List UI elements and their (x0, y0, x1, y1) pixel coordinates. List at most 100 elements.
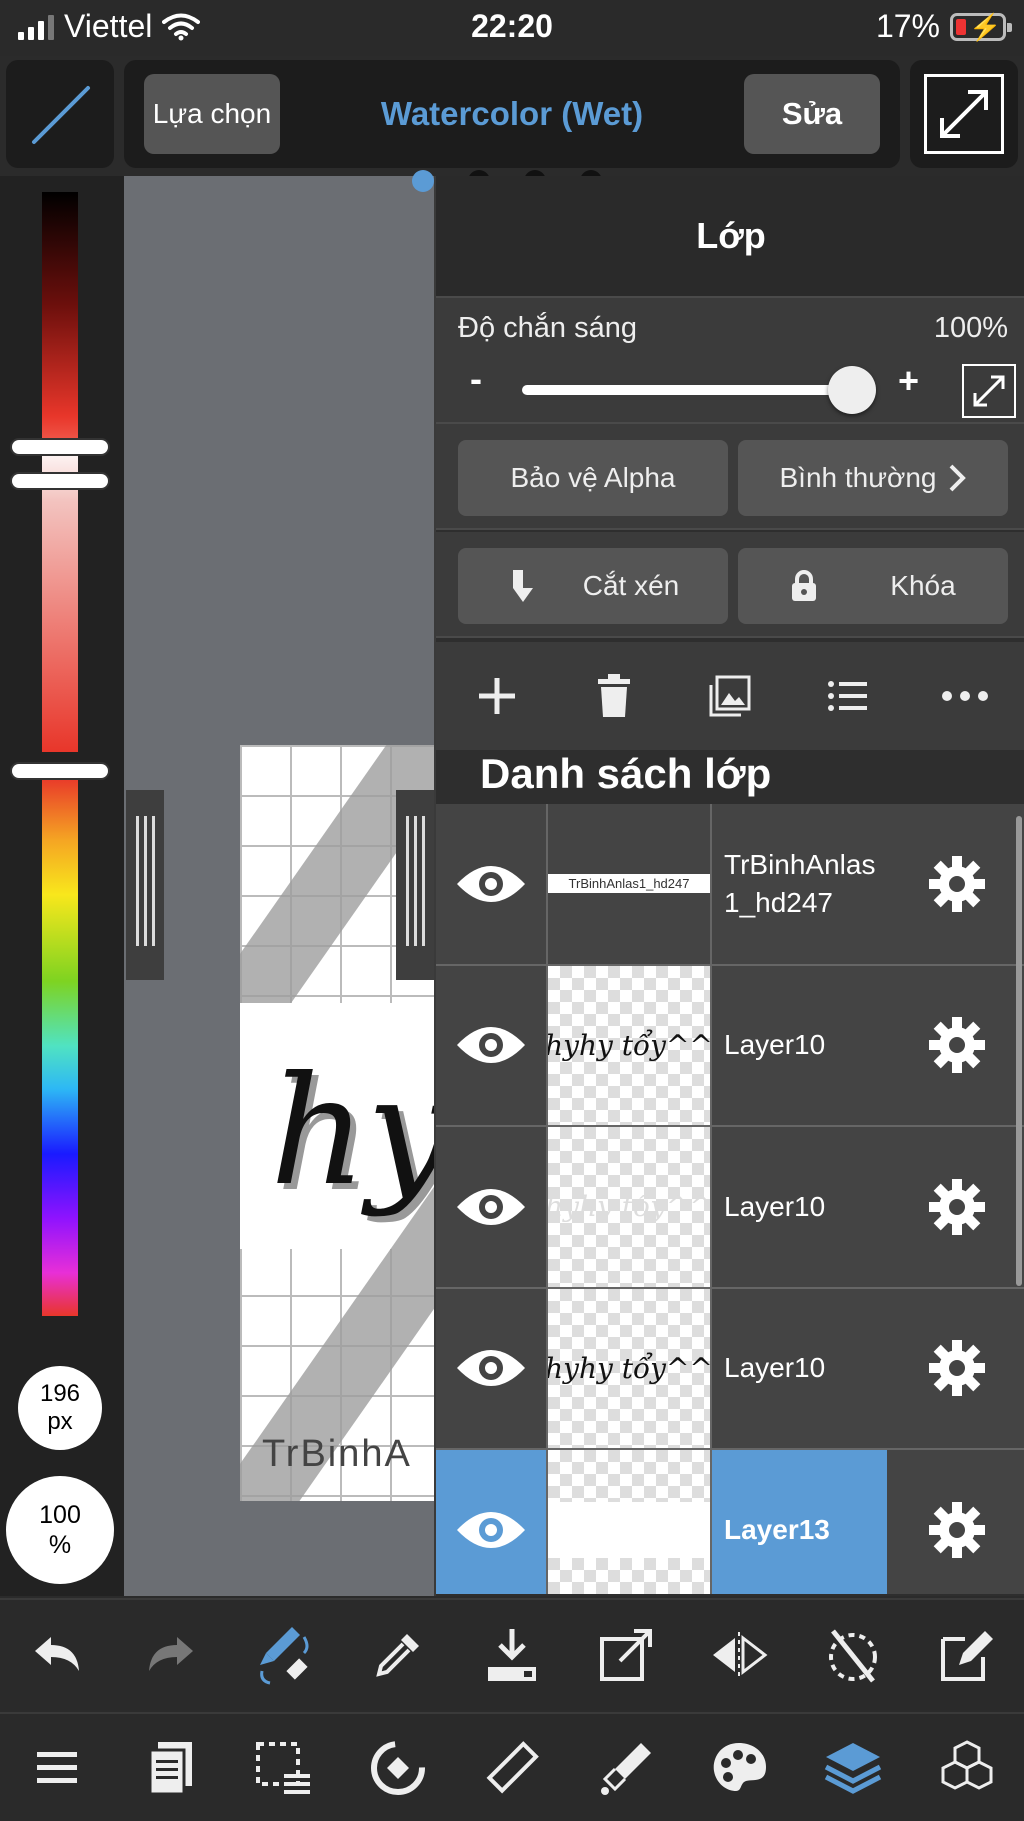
add-layer-icon[interactable] (473, 672, 521, 720)
layer-name: TrBinhAnlas1_hd247 (724, 848, 876, 918)
main-nav-toolbar (0, 1712, 1024, 1821)
hue-handle[interactable] (12, 764, 108, 778)
materials-button[interactable] (927, 1728, 1007, 1808)
export-canvas-button[interactable] (586, 1615, 666, 1695)
layer-settings-button[interactable] (887, 966, 1024, 1126)
layer-row-selected[interactable]: Layer13 (436, 1450, 1024, 1594)
clipping-arrow-icon (512, 570, 533, 602)
eye-icon (457, 1350, 525, 1387)
selection-icon (256, 1741, 311, 1794)
layer-list-title: Danh sách lớp (480, 750, 1024, 808)
redo-button[interactable] (131, 1615, 211, 1695)
opacity-value: 100% (933, 312, 1008, 344)
layer-name: Layer10 (724, 1029, 826, 1061)
expand-icon (940, 90, 988, 138)
brush-opacity-unit: % (48, 1531, 72, 1559)
layer-settings-button[interactable] (887, 1289, 1024, 1449)
layer-clip-row: Cắt xén Khóa (436, 532, 1024, 638)
fill-tool-button[interactable] (586, 1728, 666, 1808)
rotate-lock-icon (829, 1629, 878, 1683)
layer-list-scrollbar[interactable] (1016, 816, 1022, 1286)
ruler-icon (486, 1740, 539, 1793)
alpha-protect-button[interactable]: Bảo vệ Alpha (458, 440, 728, 516)
clock: 22:20 (471, 8, 553, 44)
status-bar: Viettel 22:20 17% ⚡ (0, 0, 1024, 56)
clipping-button[interactable]: Cắt xén (458, 548, 728, 624)
rotate-lock-button[interactable] (813, 1615, 893, 1695)
hue-slider[interactable] (42, 776, 78, 1316)
layer-row[interactable]: hyhy tổy^^ Layer10 (436, 1127, 1024, 1289)
fill-tool-icon (600, 1742, 651, 1795)
opacity-plus-button[interactable]: + (898, 360, 919, 402)
layer-row[interactable]: hyhy tổy^^ Layer10 (436, 965, 1024, 1127)
expand-icon (973, 375, 1005, 407)
visibility-toggle[interactable] (436, 1288, 548, 1448)
battery-percent: 17% (875, 8, 940, 44)
layer-list[interactable]: TrBinhAnlas1_hd247 TrBinhAnlas1_hd247 hy… (436, 804, 1024, 1594)
snap-button[interactable] (358, 1728, 438, 1808)
pages-icon (148, 1741, 192, 1795)
pages-button[interactable] (131, 1728, 211, 1808)
layer-settings-button[interactable] (887, 804, 1024, 964)
layer-row[interactable]: TrBinhAnlas1_hd247 TrBinhAnlas1_hd247 (436, 804, 1024, 966)
fullscreen-button[interactable] (910, 60, 1018, 168)
eye-icon (457, 1511, 525, 1548)
thumb-text: TrBinhAnlas1_hd247 (548, 874, 710, 894)
layers-button[interactable] (813, 1728, 893, 1808)
visibility-toggle[interactable] (436, 965, 548, 1125)
layer-panel-handle[interactable] (396, 790, 434, 980)
lock-icon (792, 570, 817, 601)
flip-horizontal-button[interactable] (699, 1615, 779, 1695)
transform-button[interactable] (927, 1615, 1007, 1695)
redo-icon (148, 1637, 193, 1671)
layer-opacity-section: Độ chắn sáng 100% - + (436, 296, 1024, 424)
layer-settings-button[interactable] (887, 1127, 1024, 1287)
left-panel-handle[interactable] (126, 790, 164, 980)
palette-button[interactable] (699, 1728, 779, 1808)
opacity-minus-button[interactable]: - (470, 358, 482, 400)
layer-row[interactable]: hyhy tổy^^ Layer10 (436, 1288, 1024, 1450)
layer-settings-button[interactable] (887, 1450, 1024, 1594)
page-dot-active[interactable] (412, 170, 434, 192)
visibility-toggle[interactable] (436, 804, 548, 964)
undo-button[interactable] (17, 1615, 97, 1695)
opacity-expand-button[interactable] (962, 364, 1016, 418)
pen-stroke-icon (32, 86, 90, 144)
visibility-toggle[interactable] (436, 1450, 548, 1594)
blend-mode-button[interactable]: Bình thường (738, 440, 1008, 516)
thumb-text: hyhy tổy^^ (548, 1351, 712, 1385)
alpha-protect-label: Bảo vệ Alpha (510, 462, 676, 493)
export-canvas-icon (599, 1629, 652, 1681)
visibility-toggle[interactable] (436, 1127, 548, 1287)
opacity-slider-knob[interactable] (828, 366, 876, 414)
eyedropper-button[interactable] (358, 1615, 438, 1695)
eyedropper-icon (376, 1634, 420, 1677)
brightness-handle-bottom[interactable] (12, 474, 108, 488)
layer-menu-icon[interactable] (826, 676, 868, 716)
brush-opacity-badge[interactable]: 100 % (6, 1476, 114, 1584)
current-tool-button[interactable] (6, 60, 114, 168)
eye-icon (457, 1027, 525, 1064)
edit-button[interactable]: Sửa (744, 74, 880, 154)
layer-panel-title: Lớp (436, 176, 1024, 296)
import-image-icon[interactable] (707, 673, 753, 719)
brightness-handle-top[interactable] (12, 440, 108, 454)
import-button[interactable] (472, 1615, 552, 1695)
menu-button[interactable] (17, 1728, 97, 1808)
layers-icon (825, 1742, 882, 1794)
eye-icon (457, 865, 525, 902)
brush-size-badge[interactable]: 196 px (18, 1366, 102, 1450)
brush-eraser-swap-button[interactable] (244, 1615, 324, 1695)
ruler-button[interactable] (472, 1728, 552, 1808)
brush-name[interactable]: Watercolor (Wet) (292, 60, 732, 168)
opacity-slider-track[interactable] (522, 385, 862, 395)
selection-button[interactable] (244, 1728, 324, 1808)
lock-button[interactable]: Khóa (738, 548, 1008, 624)
more-icon[interactable] (941, 689, 989, 703)
brightness-slider[interactable] (42, 192, 78, 752)
flip-horizontal-icon (713, 1632, 768, 1678)
undo-icon (34, 1637, 79, 1671)
layer-panel: Lớp Độ chắn sáng 100% - + Bảo vệ Alpha B… (434, 176, 1024, 1596)
delete-layer-icon[interactable] (594, 673, 634, 719)
selection-button[interactable]: Lựa chọn (144, 74, 280, 154)
